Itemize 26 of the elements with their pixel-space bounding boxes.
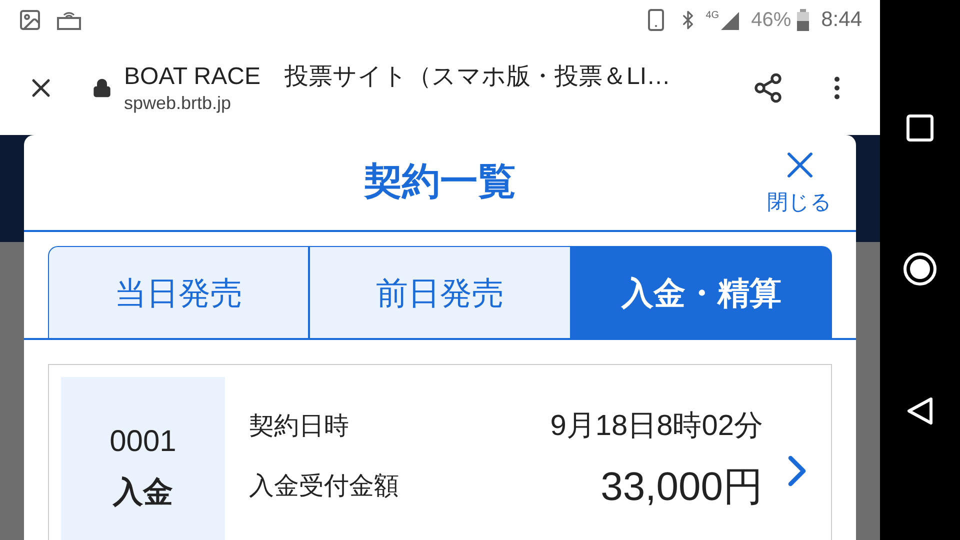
field-label: 入金受付金額 xyxy=(249,471,399,502)
field-value: 9月18日8時02分 xyxy=(550,409,763,444)
tab[interactable]: 前日発売 xyxy=(309,246,571,338)
field-label: 契約日時 xyxy=(249,411,349,442)
field-value: 33,000円 xyxy=(600,464,763,512)
image-icon xyxy=(18,8,42,32)
tab[interactable]: 当日発売 xyxy=(48,246,310,338)
tab[interactable]: 入金・精算 xyxy=(570,246,832,338)
contract-number: 0001 xyxy=(110,424,176,460)
home-icon[interactable] xyxy=(902,250,938,287)
clock: 8:44 xyxy=(821,7,862,34)
battery-icon xyxy=(797,9,810,31)
cast-icon xyxy=(56,9,82,31)
page-url: spweb.brtb.jp xyxy=(124,92,232,114)
close-button[interactable]: 閉じる xyxy=(767,143,832,218)
network-type: 4G xyxy=(706,9,720,23)
share-icon[interactable] xyxy=(752,72,784,104)
signal-icon xyxy=(719,10,740,30)
lock-icon xyxy=(92,78,112,98)
contract-type: 入金 xyxy=(113,475,173,512)
battery-percent: 46% xyxy=(751,8,792,33)
page-title: BOAT RACE 投票サイト（スマホ版・投票＆LI… xyxy=(124,62,672,92)
recents-icon[interactable] xyxy=(906,114,934,142)
contract-card[interactable]: 0001 入金 契約日時 9月18日8時02分 入金受付金額 33,000円 xyxy=(48,364,832,540)
back-icon[interactable] xyxy=(906,396,934,426)
modal-title: 契約一覧 xyxy=(364,160,516,206)
